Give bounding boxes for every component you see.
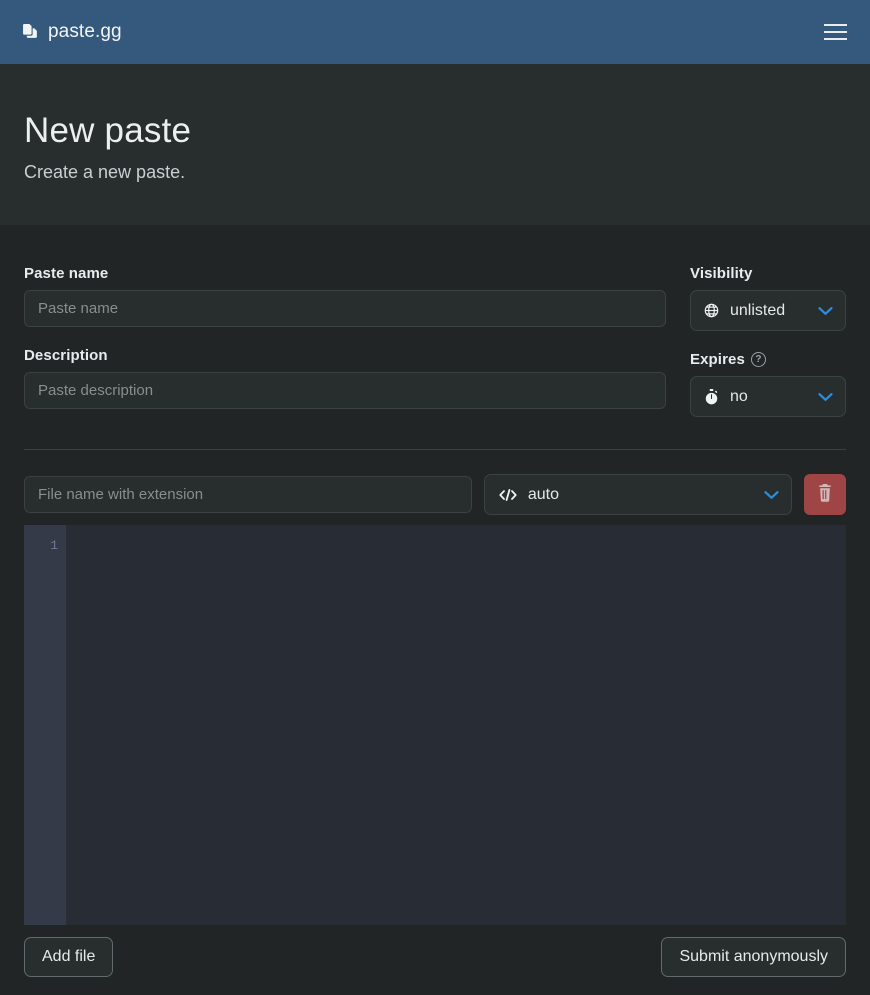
expires-value: no: [730, 387, 748, 405]
copy-files-icon: [22, 23, 39, 41]
expires-field: Expires ? no: [690, 351, 846, 417]
paste-name-input[interactable]: [24, 290, 666, 327]
submit-anonymously-button[interactable]: Submit anonymously: [661, 937, 846, 977]
chevron-down-icon: [818, 392, 833, 402]
code-input[interactable]: [66, 525, 846, 925]
paste-name-field: Paste name: [24, 265, 666, 327]
question-circle-icon[interactable]: ?: [750, 352, 766, 367]
expires-label-row: Expires ?: [690, 351, 846, 368]
file-row: auto: [24, 474, 846, 515]
paste-form: Paste name Description Visibility: [0, 225, 870, 995]
globe-icon: [704, 303, 719, 318]
form-actions: Add file Submit anonymously: [24, 937, 846, 995]
form-left-column: Paste name Description: [24, 265, 666, 417]
paste-name-label: Paste name: [24, 265, 109, 282]
language-value: auto: [527, 485, 559, 503]
hamburger-bar: [823, 24, 847, 26]
form-grid: Paste name Description Visibility: [24, 265, 846, 417]
page-header: New paste Create a new paste.: [0, 64, 870, 225]
visibility-value: unlisted: [730, 301, 786, 319]
page-subtitle: Create a new paste.: [24, 161, 186, 182]
chevron-down-icon: [818, 306, 833, 316]
visibility-select[interactable]: unlisted: [690, 290, 846, 331]
description-label: Description: [24, 347, 108, 364]
code-editor: 1: [24, 525, 846, 925]
hamburger-bar: [823, 38, 847, 40]
brand-link[interactable]: paste.gg: [22, 21, 122, 43]
visibility-field: Visibility unlisted: [690, 265, 846, 331]
file-name-input[interactable]: [24, 476, 472, 513]
line-number: 1: [50, 538, 58, 553]
stopwatch-icon: [704, 388, 719, 405]
section-divider: [24, 449, 846, 450]
code-icon: [499, 488, 517, 502]
hamburger-menu-icon[interactable]: [816, 15, 854, 49]
add-file-button[interactable]: Add file: [24, 937, 114, 977]
line-number-gutter: 1: [24, 525, 66, 925]
description-input[interactable]: [24, 372, 666, 409]
visibility-label: Visibility: [690, 265, 753, 282]
brand-label: paste.gg: [48, 21, 122, 42]
expires-label: Expires: [690, 351, 745, 368]
chevron-down-icon: [764, 490, 779, 500]
description-field: Description: [24, 347, 666, 409]
trash-icon: [817, 484, 833, 505]
expires-select[interactable]: no: [690, 376, 846, 417]
hamburger-bar: [823, 31, 847, 33]
page-title: New paste: [24, 111, 192, 150]
form-right-column: Visibility unlisted Expires ? no: [690, 265, 846, 417]
navbar: paste.gg: [0, 0, 870, 64]
language-select[interactable]: auto: [483, 474, 793, 515]
delete-file-button[interactable]: [804, 474, 846, 515]
